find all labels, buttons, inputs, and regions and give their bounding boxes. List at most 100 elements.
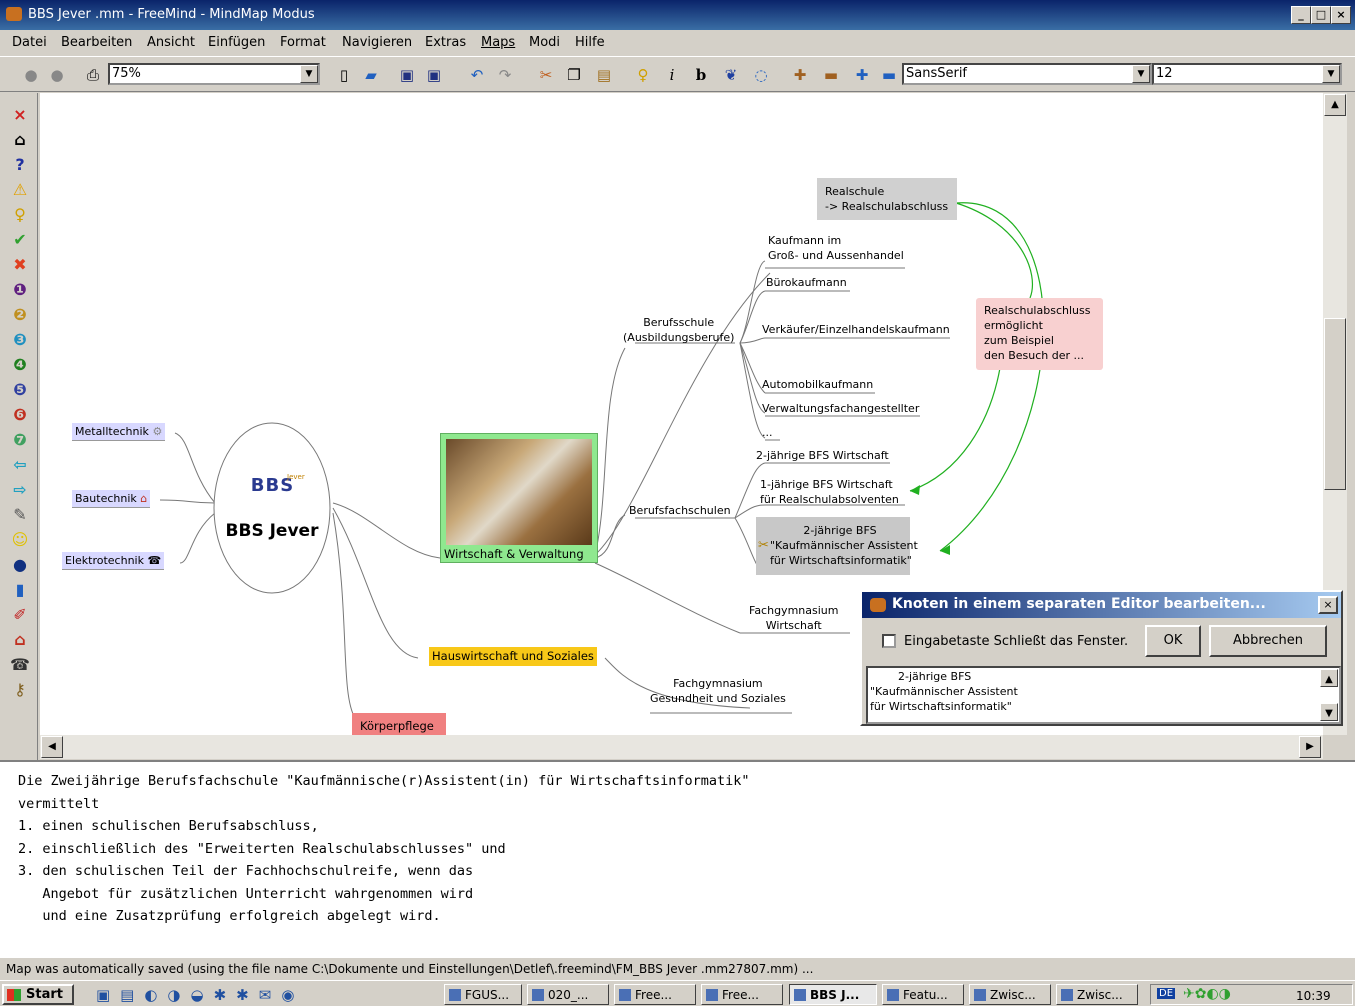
horizontal-scrollbar[interactable]: ◀ ▶ — [40, 735, 1323, 759]
new-icon[interactable]: ▯ — [333, 64, 355, 86]
trash-icon[interactable]: ⌂ — [10, 130, 30, 150]
open-icon[interactable]: ▰ — [360, 64, 382, 86]
font-select[interactable]: SansSerif ▼ — [902, 63, 1152, 85]
node-realschule[interactable]: Realschule -> Realschulabschluss — [817, 178, 957, 220]
menu-format[interactable]: Format — [280, 35, 326, 50]
priority-7-icon[interactable]: ❼ — [10, 430, 30, 450]
scroll-left-icon[interactable]: ◀ — [41, 736, 63, 758]
node-wirtschaft[interactable]: Wirtschaft & Verwaltung — [440, 433, 598, 563]
bfs-item-1[interactable]: 2-jährige BFS Wirtschaft — [756, 448, 889, 463]
bfs-item-3-selected[interactable]: 2-jährige BFS "Kaufmännischer Assistent … — [756, 517, 918, 575]
root-node[interactable]: BBS Jever — [220, 521, 324, 541]
dialog-close-button[interactable]: × — [1318, 596, 1338, 614]
cut-icon[interactable]: ✂ — [535, 64, 557, 86]
node-elektrotechnik[interactable]: Elektrotechnik ☎ — [62, 552, 165, 570]
add-icon[interactable]: ✚ — [851, 64, 873, 86]
node-berufsfachschulen[interactable]: Berufsfachschulen — [629, 503, 731, 518]
node-realschule-note[interactable]: Realschulabschluss ermöglicht zum Beispi… — [976, 298, 1103, 370]
priority-5-icon[interactable]: ❺ — [10, 380, 30, 400]
menu-modi[interactable]: Modi — [529, 35, 560, 50]
priority-2-icon[interactable]: ❷ — [10, 305, 30, 325]
node-fachgymnasium-wirtschaft[interactable]: Fachgymnasium Wirtschaft — [749, 603, 838, 633]
italic-icon[interactable]: i — [661, 64, 683, 86]
priority-6-icon[interactable]: ❻ — [10, 405, 30, 425]
maximize-button[interactable]: □ — [1311, 6, 1331, 24]
check-icon[interactable]: ✔ — [10, 230, 30, 250]
menu-datei[interactable]: Datei — [12, 35, 47, 50]
shrink-icon[interactable]: ▬ — [820, 64, 842, 86]
menu-bearbeiten[interactable]: Bearbeiten — [61, 35, 132, 50]
cancel-button[interactable]: Abbrechen — [1209, 625, 1327, 657]
scroll-up-icon[interactable]: ▲ — [1324, 94, 1346, 116]
task-020[interactable]: 020_... — [527, 984, 609, 1005]
berufsschule-item-2[interactable]: Bürokaufmann — [766, 275, 847, 290]
save-as-icon[interactable]: ▣ — [423, 64, 445, 86]
priority-4-icon[interactable]: ❹ — [10, 355, 30, 375]
attachment-icon[interactable]: ✎ — [10, 505, 30, 525]
arrow-left-icon[interactable]: ⇦ — [10, 455, 30, 475]
task-zwisc-2[interactable]: Zwisc... — [1056, 984, 1138, 1005]
bold-icon[interactable]: b — [690, 64, 712, 86]
print-icon[interactable]: ⎙ — [82, 64, 104, 86]
berufsschule-item-5[interactable]: Verwaltungsfachangestellter — [762, 401, 919, 416]
menu-extras[interactable]: Extras — [425, 35, 466, 50]
cloud-icon[interactable]: ◌ — [750, 64, 772, 86]
bfs-item-2[interactable]: 1-jährige BFS Wirtschaft für Realschulab… — [760, 477, 899, 507]
zoom-select[interactable]: 75% ▼ — [108, 63, 320, 85]
arrow-right-icon[interactable]: ⇨ — [10, 480, 30, 500]
redo-icon[interactable]: ↷ — [494, 64, 516, 86]
pencil-icon[interactable]: ✐ — [10, 605, 30, 625]
font-size-select[interactable]: 12 ▼ — [1152, 63, 1342, 85]
node-koerperpflege[interactable]: Körperpflege — [352, 713, 446, 735]
key-icon[interactable]: ⚷ — [10, 680, 30, 700]
scroll-right-icon[interactable]: ▶ — [1299, 736, 1321, 758]
task-bbs-jever[interactable]: BBS J... — [789, 984, 877, 1005]
task-featu[interactable]: Featu... — [882, 984, 964, 1005]
berufsschule-item-1[interactable]: Kaufmann im Groß- und Aussenhandel — [768, 233, 904, 263]
minimize-button[interactable]: _ — [1291, 6, 1311, 24]
paste-icon[interactable]: ▤ — [593, 64, 615, 86]
menu-maps[interactable]: Maps — [481, 35, 515, 50]
color-icon[interactable]: ❦ — [720, 64, 742, 86]
node-bautechnik[interactable]: Bautechnik ⌂ — [72, 490, 151, 508]
berufsschule-item-3[interactable]: Verkäufer/Einzelhandelskaufmann — [762, 322, 950, 337]
idea-icon[interactable]: ♀ — [10, 205, 30, 225]
task-free-2[interactable]: Free... — [701, 984, 783, 1005]
remove-icon[interactable]: ▬ — [878, 64, 900, 86]
enlarge-icon[interactable]: ✚ — [789, 64, 811, 86]
menu-einfuegen[interactable]: Einfügen — [208, 35, 265, 50]
cross-icon[interactable]: ✖ — [10, 255, 30, 275]
priority-3-icon[interactable]: ❸ — [10, 330, 30, 350]
vertical-scroll-thumb[interactable] — [1324, 318, 1346, 490]
ok-button[interactable]: OK — [1145, 625, 1201, 657]
copy-icon[interactable]: ❐ — [563, 64, 585, 86]
node-fachgymnasium-gesundheit[interactable]: Fachgymnasium Gesundheit und Soziales — [650, 676, 786, 706]
node-berufsschule[interactable]: Berufsschule (Ausbildungsberufe) — [623, 315, 734, 345]
priority-1-icon[interactable]: ❶ — [10, 280, 30, 300]
back-icon[interactable]: ● — [20, 64, 42, 86]
question-icon[interactable]: ? — [10, 155, 30, 175]
editor-scroll-down[interactable]: ▼ — [1320, 703, 1338, 721]
notes-panel[interactable]: Die Zweijährige Berufsfachschule "Kaufmä… — [0, 760, 1355, 958]
warning-icon[interactable]: ⚠ — [10, 180, 30, 200]
berufsschule-item-6[interactable]: ... — [762, 425, 773, 440]
task-fgus[interactable]: FGUS... — [444, 984, 522, 1005]
editor-textarea[interactable]: 2-jährige BFS "Kaufmännischer Assistent … — [866, 666, 1341, 724]
language-indicator[interactable]: DE — [1157, 988, 1176, 999]
close-button[interactable]: × — [1331, 6, 1351, 24]
undo-icon[interactable]: ↶ — [466, 64, 488, 86]
menu-ansicht[interactable]: Ansicht — [147, 35, 195, 50]
smiley-icon[interactable]: ☺ — [10, 530, 30, 550]
menu-hilfe[interactable]: Hilfe — [575, 35, 605, 50]
phone-icon[interactable]: ☎ — [10, 655, 30, 675]
editor-scroll-up[interactable]: ▲ — [1320, 669, 1338, 687]
bomb-icon[interactable]: ● — [10, 555, 30, 575]
task-free-1[interactable]: Free... — [614, 984, 696, 1005]
berufsschule-item-4[interactable]: Automobilkaufmann — [762, 377, 873, 392]
remove-last-icon[interactable]: × — [10, 105, 30, 125]
book-icon[interactable]: ▮ — [10, 580, 30, 600]
node-metalltechnik[interactable]: Metalltechnik ⚙ — [72, 423, 166, 441]
enter-closes-checkbox[interactable] — [882, 634, 896, 648]
node-hauswirtschaft[interactable]: Hauswirtschaft und Soziales — [429, 647, 597, 666]
save-icon[interactable]: ▣ — [396, 64, 418, 86]
